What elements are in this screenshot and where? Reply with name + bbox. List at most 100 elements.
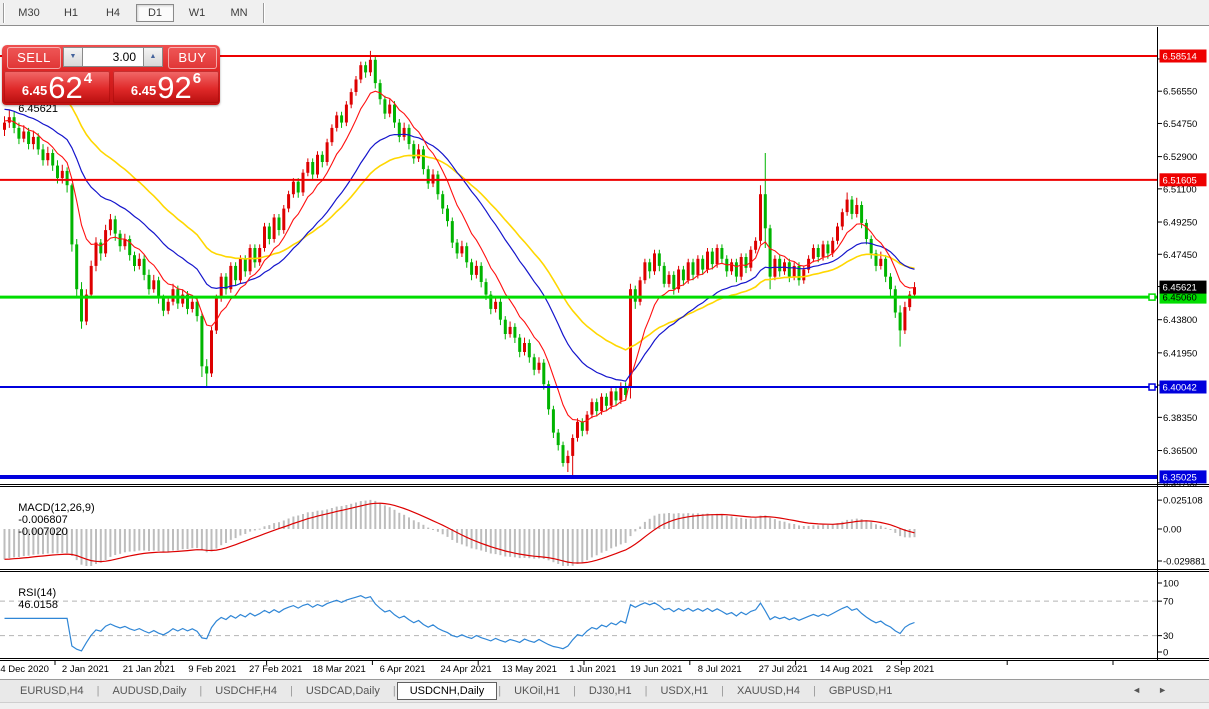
svg-text:6.47450: 6.47450	[1163, 250, 1197, 261]
one-click-trade-panel: SELL ▼ ▲ BUY 6.45 62 4 6.45 92 6	[2, 45, 220, 105]
buy-price-pip: 6	[192, 70, 202, 87]
tab-scroll-left-icon[interactable]: ◄	[1132, 685, 1141, 695]
macd-value: -0.006807	[18, 514, 68, 526]
buy-price-prefix: 6.45	[130, 83, 157, 98]
timeframe-button-h1[interactable]: H1	[52, 4, 90, 22]
date-axis-label: 27 Jul 2021	[759, 664, 808, 675]
tab-separator: |	[498, 685, 502, 697]
date-axis-label: 9 Feb 2021	[188, 664, 236, 675]
date-axis-label: 2 Jan 2021	[62, 664, 109, 675]
svg-text:6.54750: 6.54750	[1163, 119, 1197, 130]
timeframe-button-m30[interactable]: M30	[10, 4, 48, 22]
toolbar-separator	[3, 2, 5, 23]
svg-text:6.45621: 6.45621	[1163, 283, 1197, 294]
svg-text:6.49250: 6.49250	[1163, 218, 1197, 229]
macd-signal-line	[4, 502, 915, 564]
trade-panel-quotes: 6.45 62 4 6.45 92 6	[2, 70, 220, 105]
macd-indicator-title: MACD(12,26,9) -0.006807 -0.007020	[6, 490, 94, 550]
status-strip	[0, 702, 1209, 709]
price-axis-badge: 6.51605	[1159, 173, 1207, 187]
svg-text:6.35025: 6.35025	[1163, 472, 1197, 483]
tab-xauusd-h4[interactable]: XAUUSD,H4	[725, 683, 812, 699]
timeframe-toolbar: M30 H1 H4 D1 W1 MN	[0, 0, 1209, 26]
date-axis-label: 8 Jul 2021	[698, 664, 742, 675]
date-axis-label: 2 Sep 2021	[886, 664, 935, 675]
macd-signal-value: -0.007020	[18, 526, 68, 538]
date-axis-label: 27 Feb 2021	[249, 664, 302, 675]
volume-increase-button[interactable]: ▲	[143, 47, 163, 67]
volume-decrease-button[interactable]: ▼	[63, 47, 83, 67]
date-axis-label: 14 Aug 2021	[820, 664, 873, 675]
rsi-label: RSI(14)	[18, 587, 57, 599]
tab-separator: |	[199, 685, 203, 697]
date-axis-label: 24 Apr 2021	[440, 664, 491, 675]
rsi-line	[4, 595, 915, 652]
timeframe-button-mn[interactable]: MN	[220, 4, 258, 22]
tab-dj30-h1[interactable]: DJ30,H1	[577, 683, 644, 699]
tab-usdcnh-daily[interactable]: USDCNH,Daily	[396, 682, 498, 700]
date-axis-label: 18 Mar 2021	[312, 664, 365, 675]
date-axis-label: 14 Dec 2020	[0, 664, 49, 675]
price-axis-badge: 6.58514	[1159, 49, 1207, 63]
sell-button[interactable]: SELL	[7, 47, 61, 69]
tab-usdx-h1[interactable]: USDX,H1	[648, 683, 720, 699]
timeframe-buttons: M30 H1 H4 D1 W1 MN	[8, 3, 260, 22]
svg-text:6.38350: 6.38350	[1163, 413, 1197, 424]
tab-separator: |	[290, 685, 293, 697]
svg-text:-0.029881: -0.029881	[1163, 557, 1206, 568]
tab-separator: |	[812, 685, 816, 697]
chart-tab-bar: EURUSD,H4 | AUDUSD,Daily | USDCHF,H4 | USDCAD,…	[0, 679, 1209, 702]
ma-mid-line	[4, 108, 915, 382]
svg-text:6.58514: 6.58514	[1163, 52, 1197, 63]
date-axis-label: 19 Jun 2021	[630, 664, 682, 675]
svg-text:6.41950: 6.41950	[1163, 348, 1197, 359]
svg-text:70: 70	[1163, 597, 1174, 608]
svg-text:6.43800: 6.43800	[1163, 315, 1197, 326]
tab-separator: |	[572, 685, 576, 697]
date-axis-label: 13 May 2021	[502, 664, 557, 675]
tab-audusd-daily[interactable]: AUDUSD,Daily	[100, 683, 198, 699]
price-axis-badge: 6.40042	[1159, 380, 1207, 394]
date-axis-label: 21 Jan 2021	[123, 664, 175, 675]
tab-ukoil-h1[interactable]: UKOil,H1	[502, 683, 572, 699]
svg-text:6.51605: 6.51605	[1163, 175, 1197, 186]
volume-input[interactable]	[83, 47, 143, 67]
svg-text:6.52900: 6.52900	[1163, 152, 1197, 163]
spin-up-icon: ▲	[149, 53, 157, 60]
price-level-line[interactable]	[0, 383, 1158, 391]
price-axis-badge: 6.35025	[1159, 470, 1207, 484]
svg-text:6.36500: 6.36500	[1163, 446, 1197, 457]
tab-scroll-right-icon[interactable]: ►	[1158, 685, 1167, 695]
svg-text:30: 30	[1163, 631, 1174, 642]
buy-price-main: 92	[157, 70, 192, 105]
rsi-value: 46.0158	[18, 599, 58, 611]
chart-canvas[interactable]: 6.583506.565506.547506.529006.511006.492…	[0, 26, 1209, 678]
tab-usdchf-h4[interactable]: USDCHF,H4	[203, 683, 289, 699]
tab-separator: |	[96, 685, 100, 697]
sell-price-pip: 4	[83, 70, 93, 87]
sell-price-main: 62	[48, 70, 83, 105]
tab-gbpusd-h1[interactable]: GBPUSD,H1	[817, 683, 905, 699]
svg-text:0.025108: 0.025108	[1163, 496, 1203, 507]
mt4-window: M30H1H4D1W1MN 6.583506.565506.547506.529…	[0, 0, 1209, 709]
svg-text:100: 100	[1163, 579, 1179, 590]
timeframe-button-h4[interactable]: H4	[94, 4, 132, 22]
buy-button[interactable]: BUY	[168, 47, 217, 69]
tab-eurusd-h4[interactable]: EURUSD,H4	[8, 683, 96, 699]
svg-text:6.45060: 6.45060	[1163, 293, 1197, 304]
sell-price-quote[interactable]: 6.45 62 4	[4, 70, 110, 105]
date-axis-label: 1 Jun 2021	[569, 664, 616, 675]
chart-tabs: EURUSD,H4 | AUDUSD,Daily | USDCHF,H4 | USDCAD,…	[8, 682, 904, 700]
timeframe-button-d1[interactable]: D1	[136, 3, 174, 22]
buy-price-quote[interactable]: 6.45 92 6	[113, 70, 219, 105]
tab-separator: |	[721, 685, 725, 697]
date-axis-label: 6 Apr 2021	[380, 664, 426, 675]
sell-price-prefix: 6.45	[21, 83, 48, 98]
svg-text:6.56550: 6.56550	[1163, 87, 1197, 98]
tab-usdcad-daily[interactable]: USDCAD,Daily	[294, 683, 392, 699]
macd-histogram	[3, 499, 916, 566]
tab-separator: |	[392, 685, 396, 697]
timeframe-button-w1[interactable]: W1	[178, 4, 216, 22]
volume-stepper: ▼ ▲	[63, 47, 163, 67]
spin-down-icon: ▼	[69, 53, 77, 60]
